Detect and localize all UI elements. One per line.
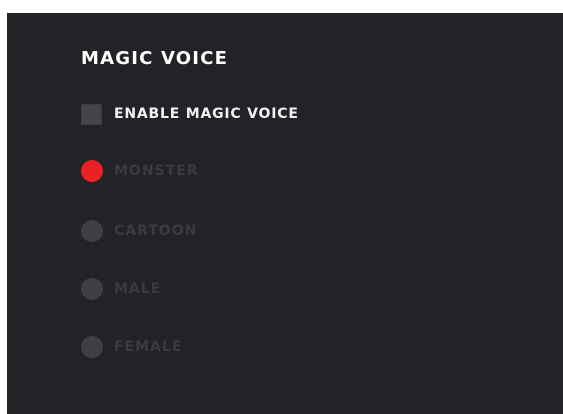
enable-magic-voice-label: ENABLE MAGIC VOICE bbox=[114, 106, 299, 122]
voice-option-monster[interactable]: MONSTER bbox=[81, 160, 199, 182]
cartoon-radio[interactable] bbox=[81, 220, 103, 242]
female-radio[interactable] bbox=[81, 336, 103, 358]
voice-option-cartoon[interactable]: CARTOON bbox=[81, 220, 197, 242]
male-label: MALE bbox=[114, 281, 162, 297]
male-radio[interactable] bbox=[81, 278, 103, 300]
monster-radio[interactable] bbox=[81, 160, 103, 182]
voice-option-male[interactable]: MALE bbox=[81, 278, 161, 300]
enable-magic-voice-checkbox[interactable] bbox=[81, 103, 102, 125]
female-label: FEMALE bbox=[114, 339, 183, 355]
voice-option-female[interactable]: FEMALE bbox=[81, 336, 182, 358]
monster-label: MONSTER bbox=[114, 163, 199, 179]
panel-title: MAGIC VOICE bbox=[81, 48, 229, 69]
cartoon-label: CARTOON bbox=[114, 223, 198, 239]
enable-magic-voice-toggle[interactable]: ENABLE MAGIC VOICE bbox=[81, 103, 299, 125]
magic-voice-panel: MAGIC VOICE ENABLE MAGIC VOICE MONSTER C… bbox=[7, 13, 563, 414]
